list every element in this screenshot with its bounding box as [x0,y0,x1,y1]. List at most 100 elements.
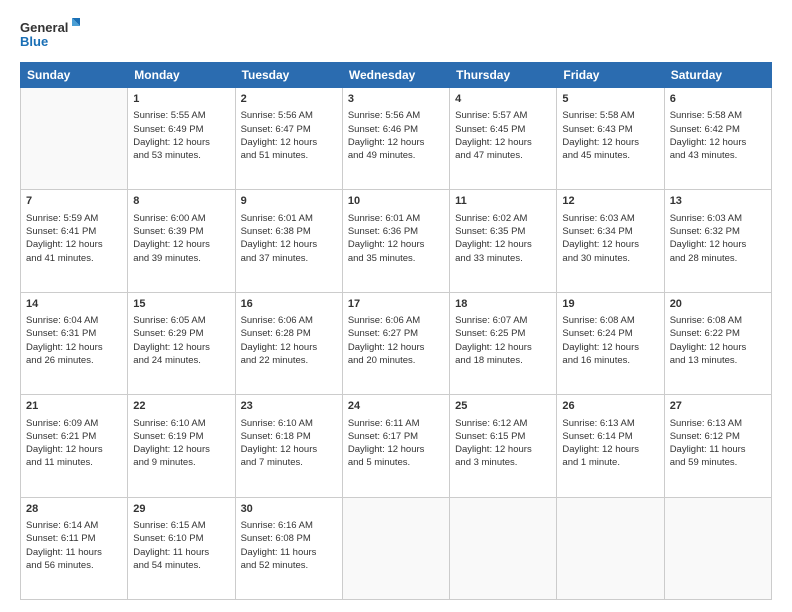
day-number: 18 [455,297,551,312]
day-info: Sunset: 6:32 PM [670,225,766,238]
day-info: and 39 minutes. [133,252,229,265]
calendar-cell [450,497,557,599]
calendar-cell: 27Sunrise: 6:13 AMSunset: 6:12 PMDayligh… [664,395,771,497]
day-info: Daylight: 12 hours [26,443,122,456]
day-number: 13 [670,194,766,209]
day-info: Sunrise: 6:01 AM [348,212,444,225]
day-number: 7 [26,194,122,209]
day-info: Daylight: 12 hours [455,341,551,354]
day-number: 15 [133,297,229,312]
calendar-cell: 17Sunrise: 6:06 AMSunset: 6:27 PMDayligh… [342,292,449,394]
week-row-4: 21Sunrise: 6:09 AMSunset: 6:21 PMDayligh… [21,395,772,497]
calendar-table: SundayMondayTuesdayWednesdayThursdayFrid… [20,62,772,600]
day-info: Sunset: 6:43 PM [562,123,658,136]
calendar-body: 1Sunrise: 5:55 AMSunset: 6:49 PMDaylight… [21,88,772,600]
day-info: Sunrise: 6:15 AM [133,519,229,532]
day-info: Sunset: 6:39 PM [133,225,229,238]
calendar-cell: 8Sunrise: 6:00 AMSunset: 6:39 PMDaylight… [128,190,235,292]
day-info: Daylight: 12 hours [241,136,337,149]
logo-svg: General Blue [20,16,80,54]
calendar-cell: 29Sunrise: 6:15 AMSunset: 6:10 PMDayligh… [128,497,235,599]
day-number: 30 [241,502,337,517]
day-info: and 18 minutes. [455,354,551,367]
day-info: Sunset: 6:11 PM [26,532,122,545]
day-info: Sunrise: 6:09 AM [26,417,122,430]
day-number: 1 [133,92,229,107]
day-info: Daylight: 12 hours [348,136,444,149]
day-info: Sunset: 6:42 PM [670,123,766,136]
day-info: and 41 minutes. [26,252,122,265]
day-info: Sunrise: 6:04 AM [26,314,122,327]
day-info: and 47 minutes. [455,149,551,162]
page: General Blue SundayMondayTuesdayWednesda… [0,0,792,612]
calendar-cell: 20Sunrise: 6:08 AMSunset: 6:22 PMDayligh… [664,292,771,394]
day-info: Sunset: 6:29 PM [133,327,229,340]
day-info: Sunset: 6:19 PM [133,430,229,443]
day-info: and 9 minutes. [133,456,229,469]
calendar-cell: 6Sunrise: 5:58 AMSunset: 6:42 PMDaylight… [664,88,771,190]
day-info: Daylight: 12 hours [26,341,122,354]
day-info: and 26 minutes. [26,354,122,367]
day-info: Daylight: 11 hours [670,443,766,456]
header: General Blue [20,16,772,54]
day-info: and 37 minutes. [241,252,337,265]
day-info: Sunset: 6:22 PM [670,327,766,340]
day-info: and 59 minutes. [670,456,766,469]
day-number: 5 [562,92,658,107]
day-info: Sunset: 6:38 PM [241,225,337,238]
day-info: Daylight: 12 hours [455,136,551,149]
day-info: and 22 minutes. [241,354,337,367]
day-info: Daylight: 12 hours [241,238,337,251]
day-info: Sunset: 6:47 PM [241,123,337,136]
day-info: and 20 minutes. [348,354,444,367]
day-info: Daylight: 12 hours [562,238,658,251]
calendar-cell: 12Sunrise: 6:03 AMSunset: 6:34 PMDayligh… [557,190,664,292]
day-info: Sunrise: 5:59 AM [26,212,122,225]
day-info: Sunset: 6:46 PM [348,123,444,136]
day-info: and 52 minutes. [241,559,337,572]
calendar-cell: 14Sunrise: 6:04 AMSunset: 6:31 PMDayligh… [21,292,128,394]
day-info: and 13 minutes. [670,354,766,367]
calendar-cell: 30Sunrise: 6:16 AMSunset: 6:08 PMDayligh… [235,497,342,599]
day-number: 22 [133,399,229,414]
day-info: Daylight: 12 hours [348,443,444,456]
weekday-friday: Friday [557,63,664,88]
day-info: Daylight: 12 hours [562,341,658,354]
day-number: 29 [133,502,229,517]
calendar-cell [664,497,771,599]
day-number: 14 [26,297,122,312]
day-info: Sunset: 6:15 PM [455,430,551,443]
day-info: Daylight: 12 hours [133,136,229,149]
day-info: Daylight: 12 hours [241,443,337,456]
calendar-cell: 3 Sunrise: 5:56 AMSunset: 6:46 PMDaylight… [342,88,449,190]
calendar-cell: 5Sunrise: 5:58 AMSunset: 6:43 PMDaylight… [557,88,664,190]
day-info: Sunrise: 5:56 AM [348,109,444,122]
day-number: 3 [348,92,444,107]
day-info: Sunset: 6:24 PM [562,327,658,340]
calendar-cell: 22Sunrise: 6:10 AMSunset: 6:19 PMDayligh… [128,395,235,497]
day-info: Daylight: 11 hours [133,546,229,559]
logo: General Blue [20,16,80,54]
day-number: 11 [455,194,551,209]
calendar-cell [342,497,449,599]
weekday-tuesday: Tuesday [235,63,342,88]
weekday-monday: Monday [128,63,235,88]
day-info: Sunrise: 6:05 AM [133,314,229,327]
day-info: Sunset: 6:12 PM [670,430,766,443]
week-row-1: 1Sunrise: 5:55 AMSunset: 6:49 PMDaylight… [21,88,772,190]
day-info: Sunset: 6:21 PM [26,430,122,443]
weekday-thursday: Thursday [450,63,557,88]
week-row-3: 14Sunrise: 6:04 AMSunset: 6:31 PMDayligh… [21,292,772,394]
calendar-cell: 11Sunrise: 6:02 AMSunset: 6:35 PMDayligh… [450,190,557,292]
day-info: and 56 minutes. [26,559,122,572]
calendar-cell: 19Sunrise: 6:08 AMSunset: 6:24 PMDayligh… [557,292,664,394]
day-info: Sunrise: 6:16 AM [241,519,337,532]
day-number: 17 [348,297,444,312]
day-info: Sunset: 6:08 PM [241,532,337,545]
day-info: Daylight: 12 hours [562,136,658,149]
day-info: and 11 minutes. [26,456,122,469]
day-info: Sunrise: 6:14 AM [26,519,122,532]
calendar-cell [21,88,128,190]
day-info: Sunset: 6:27 PM [348,327,444,340]
calendar-cell [557,497,664,599]
